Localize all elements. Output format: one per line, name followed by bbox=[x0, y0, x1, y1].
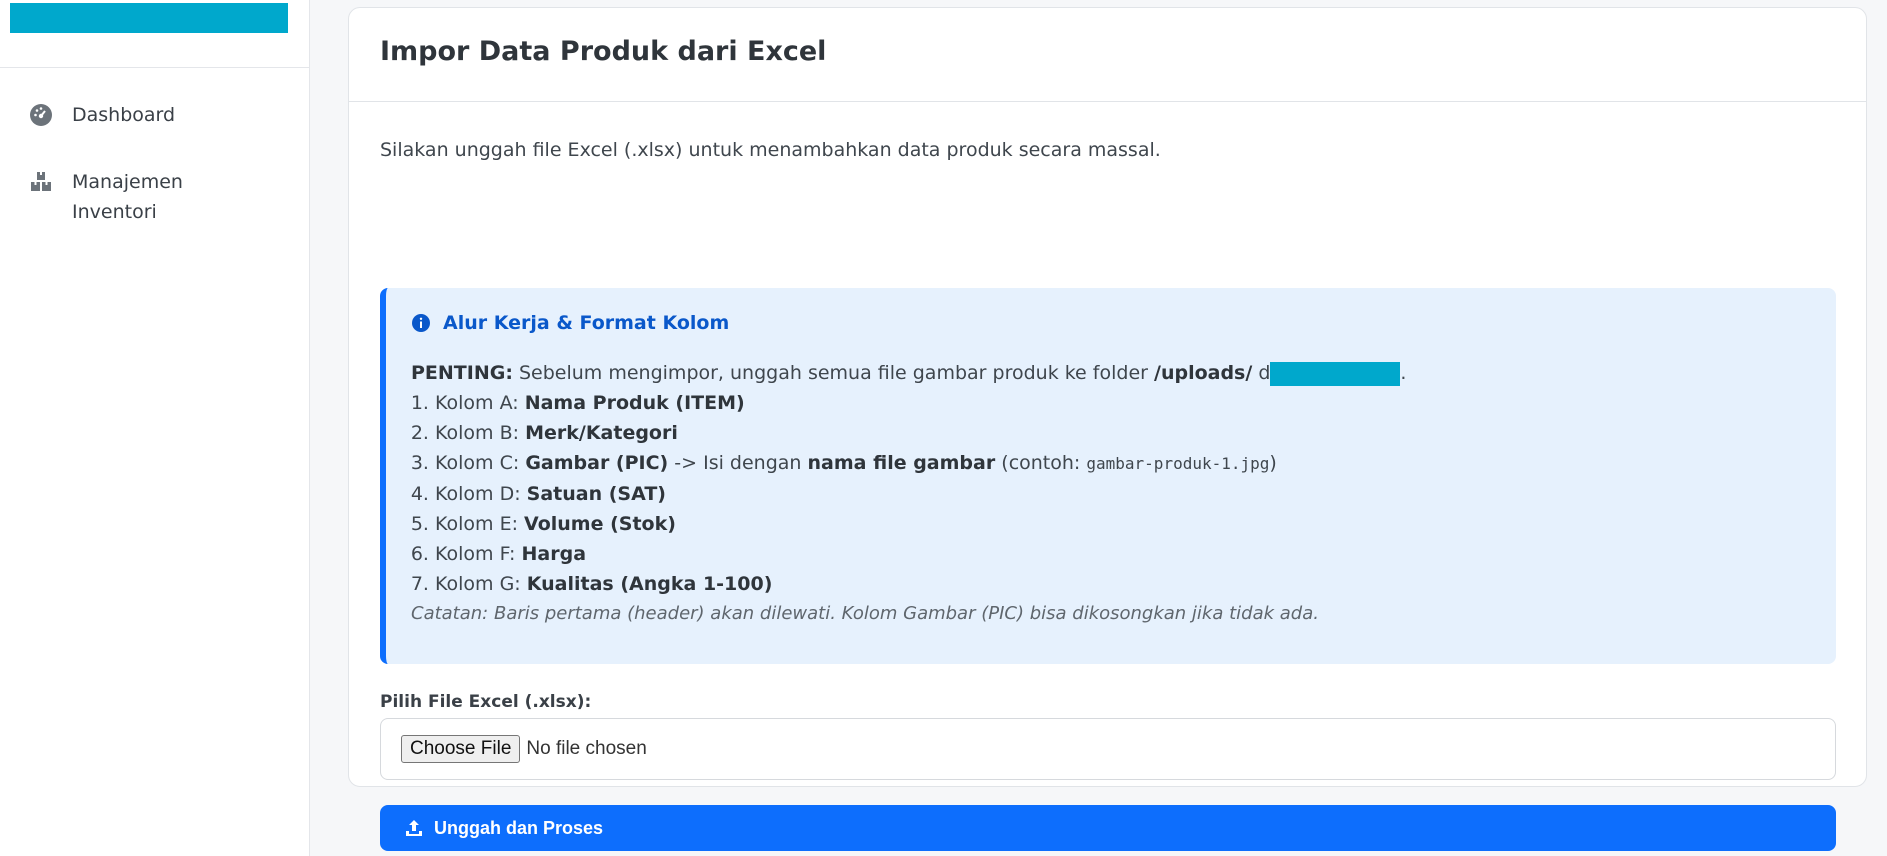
info-circle-icon bbox=[411, 313, 431, 333]
list-item: Kolom D: Satuan (SAT) bbox=[435, 479, 1811, 509]
upload-process-button[interactable]: Unggah dan Proses bbox=[380, 805, 1836, 851]
list-item: Kolom C: Gambar (PIC) -> Isi dengan nama… bbox=[435, 448, 1811, 479]
alert-title-text: Alur Kerja & Format Kolom bbox=[443, 312, 730, 334]
info-alert: Alur Kerja & Format Kolom PENTING: Sebel… bbox=[380, 288, 1836, 664]
import-card: Impor Data Produk dari Excel Silakan ung… bbox=[348, 7, 1867, 851]
important-line: PENTING: Sebelum mengimpor, unggah semua… bbox=[411, 361, 1407, 386]
list-item: Kolom G: Kualitas (Angka 1-100) bbox=[435, 569, 1811, 599]
list-item: Kolom A: Nama Produk (ITEM) bbox=[435, 388, 1811, 418]
sidebar: Dashboard Manajemen Inventori bbox=[0, 0, 310, 856]
brand-logo[interactable] bbox=[10, 3, 288, 33]
upload-folder: /uploads/ bbox=[1154, 362, 1253, 384]
sidebar-divider bbox=[0, 67, 309, 68]
page-title: Impor Data Produk dari Excel bbox=[380, 36, 827, 67]
list-item: Kolom B: Merk/Kategori bbox=[435, 418, 1811, 448]
sidebar-item-inventory[interactable]: Manajemen Inventori bbox=[28, 167, 222, 227]
boxes-icon bbox=[28, 169, 54, 195]
file-status: No file chosen bbox=[526, 738, 647, 759]
intro-text: Silakan unggah file Excel (.xlsx) untuk … bbox=[380, 139, 1161, 161]
upload-icon bbox=[404, 818, 424, 838]
choose-file-button[interactable]: Choose File bbox=[401, 735, 521, 763]
folder-suffix: d bbox=[1258, 362, 1271, 384]
alert-content: PENTING: Sebelum mengimpor, unggah semua… bbox=[411, 358, 1811, 629]
sidebar-item-label: Manajemen Inventori bbox=[72, 171, 183, 223]
card-header: Impor Data Produk dari Excel bbox=[349, 8, 1866, 102]
file-input[interactable]: Choose File No file chosen bbox=[380, 718, 1836, 780]
sidebar-item-label: Dashboard bbox=[72, 104, 176, 126]
file-input-label: Pilih File Excel (.xlsx): bbox=[380, 692, 592, 712]
redacted-block bbox=[1270, 361, 1401, 386]
dashboard-gauge-icon bbox=[28, 102, 54, 128]
list-item: Kolom E: Volume (Stok) bbox=[435, 509, 1811, 539]
upload-button-label: Unggah dan Proses bbox=[434, 817, 604, 838]
column-list: Kolom A: Nama Produk (ITEM) Kolom B: Mer… bbox=[411, 388, 1811, 599]
note-text: Catatan: Baris pertama (header) akan dil… bbox=[411, 603, 1319, 624]
sidebar-item-dashboard[interactable]: Dashboard bbox=[28, 100, 175, 130]
list-item: Kolom F: Harga bbox=[435, 539, 1811, 569]
alert-title: Alur Kerja & Format Kolom bbox=[411, 312, 1811, 334]
important-label: PENTING: bbox=[411, 362, 513, 384]
important-text: Sebelum mengimpor, unggah semua file gam… bbox=[518, 362, 1148, 384]
